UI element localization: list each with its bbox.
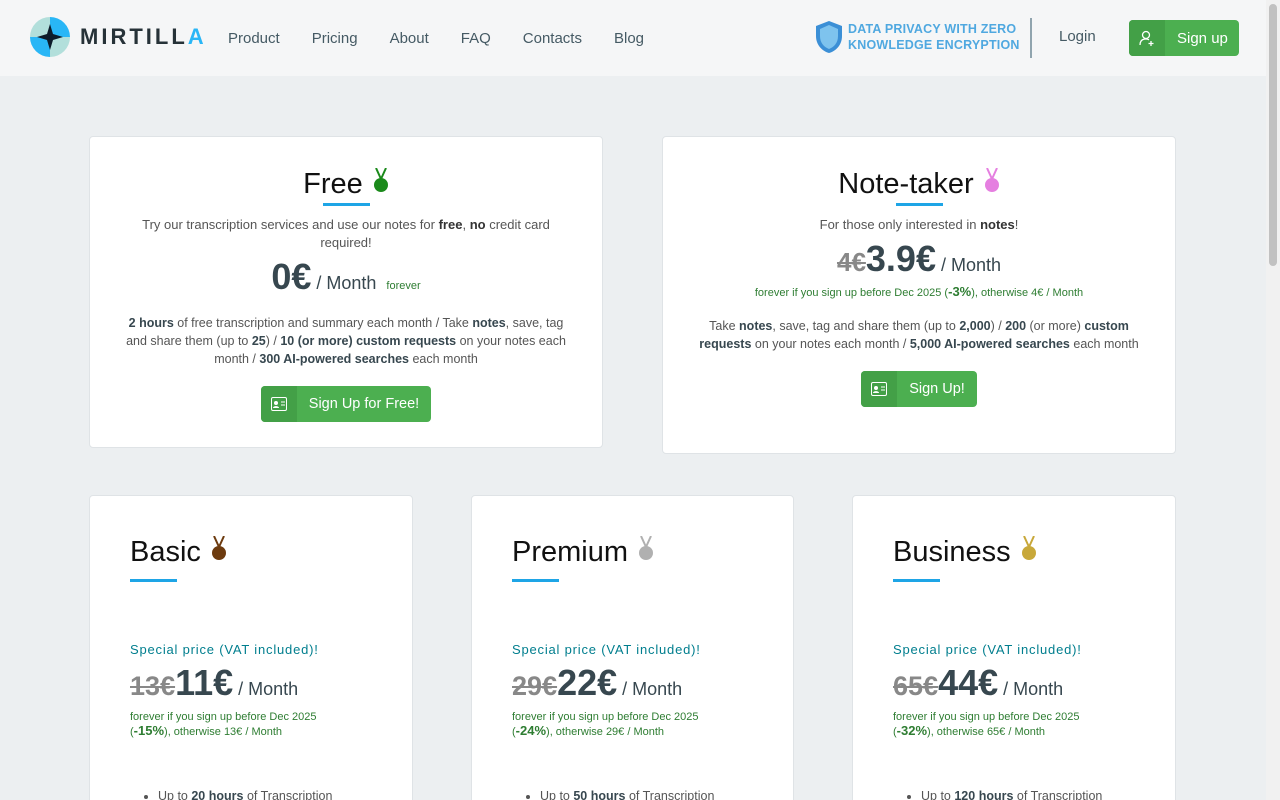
brand-logo[interactable]: MIRTILLA [30,17,207,57]
login-link[interactable]: Login [1059,28,1096,45]
privacy-line-2: KNOWLEDGE ENCRYPTION [848,38,1020,52]
notetaker-signup-button[interactable]: Sign Up! [861,371,977,407]
special-price-label: Special price (VAT included)! [512,642,701,657]
business-features: Up to 120 hours of Transcription [921,789,1175,800]
basic-promo: forever if you sign up before Dec 2025 (… [130,711,317,738]
free-signup-label: Sign Up for Free! [308,396,420,412]
business-plan-title: Business [893,536,1011,568]
basic-plan-title: Basic [130,536,201,568]
premium-features: Up to 50 hours of Transcription [540,789,793,800]
nav-contacts[interactable]: Contacts [523,30,582,47]
feature-item: Up to 50 hours of Transcription [540,789,793,800]
medal-icon [1021,535,1036,560]
basic-features: Up to 20 hours of Transcription [158,789,412,800]
medal-icon [211,535,226,560]
signup-label: Sign up [1177,29,1228,47]
free-plan-price: 0€ / Month forever [271,256,421,297]
feature-item: Up to 120 hours of Transcription [921,789,1175,800]
shield-icon [816,21,842,53]
nav-about[interactable]: About [390,30,429,47]
premium-plan-card: Premium Special price (VAT included)! 29… [471,495,794,800]
business-plan-price: 65€44€ / Month [893,662,1064,703]
business-promo: forever if you sign up before Dec 2025 (… [893,711,1080,738]
notetaker-plan-features: Take notes, save, tag and share them (up… [699,319,1139,351]
notetaker-plan-title: Note-taker [838,168,974,200]
nav-pricing[interactable]: Pricing [312,30,358,47]
premium-plan-price: 29€22€ / Month [512,662,683,703]
medal-icon [639,535,654,560]
header-divider [1030,18,1032,58]
title-underline [322,203,370,206]
title-underline [130,579,177,582]
free-signup-button[interactable]: Sign Up for Free! [260,386,432,422]
free-plan-features: 2 hours of free transcription and summar… [126,316,566,366]
free-plan-title: Free [303,168,363,200]
nav-faq[interactable]: FAQ [461,30,491,47]
page-scrollbar[interactable] [1266,0,1280,800]
logo-star-icon [30,17,70,57]
scrollbar-thumb[interactable] [1269,4,1277,266]
id-card-icon [861,371,898,407]
notetaker-plan-description: For those only interested in notes! [819,217,1019,232]
title-underline [893,579,940,582]
medal-icon [984,167,999,192]
premium-plan-title: Premium [512,536,629,568]
medal-icon [373,167,388,192]
feature-item: Up to 20 hours of Transcription [158,789,412,800]
basic-plan-price: 13€11€ / Month [130,662,299,703]
premium-promo: forever if you sign up before Dec 2025 (… [512,711,699,738]
notetaker-plan-price: 4€3.9€ / Month [836,238,1002,279]
free-plan-card: Free Try our transcription services and … [89,136,603,448]
special-price-label: Special price (VAT included)! [130,642,319,657]
business-plan-card: Business Special price (VAT included)! 6… [852,495,1176,800]
nav-blog[interactable]: Blog [614,30,644,47]
notetaker-promo: forever if you sign up before Dec 2025 (… [754,284,1084,299]
main-nav: Product Pricing About FAQ Contacts Blog [228,0,676,76]
signup-button[interactable]: Sign up [1129,20,1239,56]
privacy-line-1: DATA PRIVACY WITH ZERO [848,22,1017,36]
top-navbar: MIRTILLA Product Pricing About FAQ Conta… [0,0,1266,76]
title-underline [895,203,943,206]
nav-product[interactable]: Product [228,30,280,47]
free-plan-description: Try our transcription services and use o… [142,217,550,250]
privacy-banner[interactable]: DATA PRIVACY WITH ZERO KNOWLEDGE ENCRYPT… [814,20,1020,54]
brand-name: MIRTILLA [80,24,207,49]
title-underline [512,579,559,582]
basic-plan-card: Basic Special price (VAT included)! 13€1… [89,495,413,800]
special-price-label: Special price (VAT included)! [893,642,1082,657]
notetaker-plan-card: Note-taker For those only interested in … [662,136,1176,454]
notetaker-signup-label: Sign Up! [909,381,965,397]
id-card-icon [260,386,297,422]
user-add-icon [1129,20,1165,56]
